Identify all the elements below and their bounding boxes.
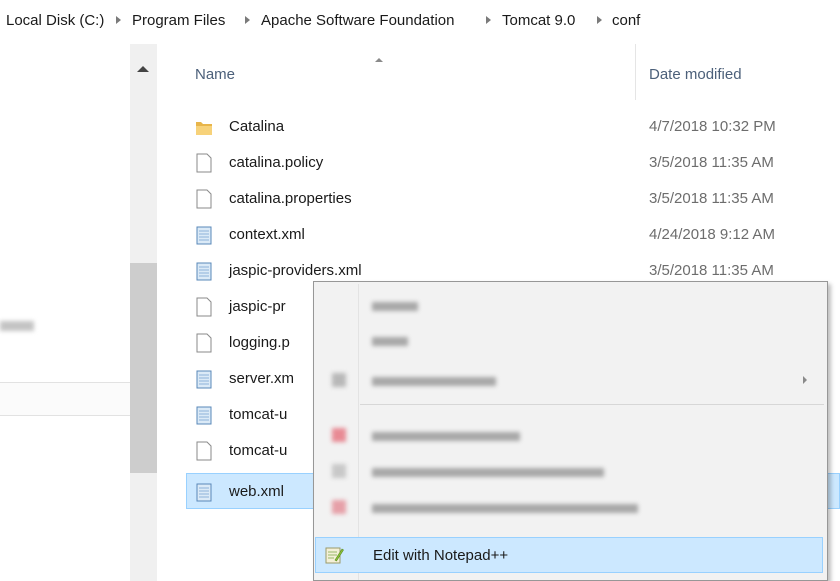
breadcrumb-separator-icon[interactable] <box>597 16 602 24</box>
xml-file-icon <box>196 226 212 245</box>
xml-file-icon <box>196 262 212 281</box>
blurred-label <box>372 377 496 386</box>
nav-item-blurred[interactable] <box>0 321 34 331</box>
file-date: 3/5/2018 11:35 AM <box>649 262 774 279</box>
file-name: jaspic-providers.xml <box>229 262 362 279</box>
file-name: catalina.policy <box>229 154 324 171</box>
file-name: catalina.properties <box>229 190 352 207</box>
file-name: jaspic-pr <box>229 298 286 315</box>
file-date: 4/7/2018 10:32 PM <box>649 118 776 135</box>
blurred-label <box>372 504 638 513</box>
blurred-label <box>372 302 418 311</box>
context-menu-item-blurred[interactable] <box>316 420 825 452</box>
file-row[interactable]: context.xml 4/24/2018 9:12 AM <box>187 217 840 253</box>
context-menu-item-blurred[interactable] <box>316 456 825 488</box>
breadcrumb-item-apache[interactable]: Apache Software Foundation <box>261 12 454 29</box>
context-menu-item-blurred[interactable] <box>316 492 825 524</box>
blurred-label <box>372 337 408 346</box>
context-menu-item-edit-with-notepad-plus-plus[interactable]: Edit with Notepad++ <box>315 537 823 573</box>
file-name: logging.p <box>229 334 290 351</box>
file-date: 3/5/2018 11:35 AM <box>649 190 774 207</box>
file-icon <box>196 153 212 173</box>
context-menu-item-blurred[interactable] <box>316 290 825 322</box>
xml-file-icon <box>196 483 212 502</box>
vertical-scrollbar[interactable] <box>130 44 157 581</box>
file-date: 3/5/2018 11:35 AM <box>649 154 774 171</box>
context-menu-item-blurred[interactable] <box>316 365 825 397</box>
file-name: tomcat-u <box>229 406 288 423</box>
breadcrumb: Local Disk (C:) Program Files Apache Sof… <box>0 0 840 44</box>
context-menu-separator <box>360 404 824 405</box>
file-name: tomcat-u <box>229 442 288 459</box>
submenu-arrow-icon <box>803 376 807 384</box>
file-date: 4/24/2018 9:12 AM <box>649 226 775 243</box>
breadcrumb-item-tomcat[interactable]: Tomcat 9.0 <box>502 12 575 29</box>
xml-file-icon <box>196 370 212 389</box>
file-name: Catalina <box>229 118 285 135</box>
breadcrumb-separator-icon[interactable] <box>486 16 491 24</box>
breadcrumb-item-program-files[interactable]: Program Files <box>132 12 225 29</box>
blurred-label <box>372 468 604 477</box>
blurred-label <box>372 432 520 441</box>
folder-icon <box>196 122 212 135</box>
blurred-icon <box>332 373 346 387</box>
breadcrumb-separator-icon[interactable] <box>245 16 250 24</box>
blurred-icon <box>332 464 346 478</box>
context-menu-item-label: Edit with Notepad++ <box>373 547 509 564</box>
breadcrumb-item-conf[interactable]: conf <box>612 12 640 29</box>
scroll-up-arrow-icon[interactable] <box>137 66 149 72</box>
notepad-plus-plus-icon <box>325 547 344 564</box>
scrollbar-thumb[interactable] <box>130 263 157 473</box>
file-icon <box>196 333 212 353</box>
sort-ascending-icon <box>375 58 383 62</box>
file-row[interactable]: Catalina 4/7/2018 10:32 PM <box>187 109 840 145</box>
navigation-pane <box>0 44 130 581</box>
file-row[interactable]: catalina.properties 3/5/2018 11:35 AM <box>187 181 840 217</box>
context-menu <box>313 281 828 581</box>
breadcrumb-item-local-disk[interactable]: Local Disk (C:) <box>6 12 104 29</box>
nav-item-selected[interactable] <box>0 382 130 416</box>
context-menu-item-blurred[interactable] <box>316 325 825 357</box>
file-row[interactable]: catalina.policy 3/5/2018 11:35 AM <box>187 145 840 181</box>
breadcrumb-separator-icon[interactable] <box>116 16 121 24</box>
file-icon <box>196 189 212 209</box>
blurred-icon <box>332 500 346 514</box>
file-icon <box>196 297 212 317</box>
file-name: web.xml <box>229 483 285 500</box>
column-divider[interactable] <box>635 44 636 100</box>
blurred-icon <box>332 428 346 442</box>
file-name: server.xm <box>229 370 295 387</box>
file-name: context.xml <box>229 226 305 243</box>
xml-file-icon <box>196 406 212 425</box>
file-icon <box>196 441 212 461</box>
